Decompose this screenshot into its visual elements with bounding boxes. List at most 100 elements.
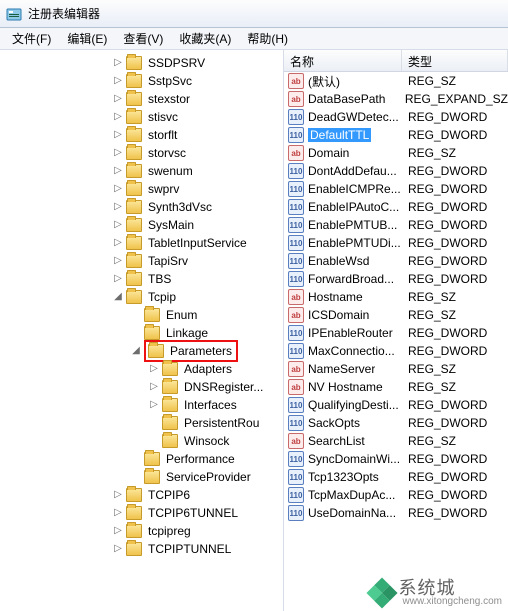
tree-node[interactable]: ▷Interfaces	[148, 396, 283, 414]
tree-node[interactable]: ▷stexstor	[112, 90, 283, 108]
tree-node[interactable]: ▷TapiSrv	[112, 252, 283, 270]
list-row[interactable]: 110Tcp1323OptsREG_DWORD	[284, 468, 508, 486]
tree-node[interactable]: ◢Tcpip	[112, 288, 283, 306]
column-name[interactable]: 名称	[284, 50, 402, 71]
menu-file[interactable]: 文件(F)	[4, 28, 59, 49]
menu-help[interactable]: 帮助(H)	[239, 28, 296, 49]
folder-icon	[144, 326, 160, 340]
list-row[interactable]: 110DefaultTTLREG_DWORD	[284, 126, 508, 144]
column-type[interactable]: 类型	[402, 50, 508, 71]
list-row[interactable]: 110EnableIPAutoC...REG_DWORD	[284, 198, 508, 216]
tree-node[interactable]: ▷ swprv	[112, 180, 283, 198]
tree-pane[interactable]: ▷SSDPSRV▷SstpSvc▷stexstor▷stisvc▷storflt…	[0, 50, 284, 611]
list-row[interactable]: 110QualifyingDesti...REG_DWORD	[284, 396, 508, 414]
list-row[interactable]: 110UseDomainNa...REG_DWORD	[284, 504, 508, 522]
folder-icon	[148, 344, 164, 358]
binary-value-icon: 110	[288, 199, 304, 215]
list-row[interactable]: 110SackOptsREG_DWORD	[284, 414, 508, 432]
list-row[interactable]: abICSDomainREG_SZ	[284, 306, 508, 324]
tree-node[interactable]: ▷SysMain	[112, 216, 283, 234]
expander-closed-icon[interactable]: ▷	[112, 273, 124, 285]
expander-closed-icon[interactable]: ▷	[112, 183, 124, 195]
tree-node[interactable]: ▷TBS	[112, 270, 283, 288]
list-row[interactable]: abNameServerREG_SZ	[284, 360, 508, 378]
value-name: QualifyingDesti...	[308, 398, 399, 412]
expander-closed-icon[interactable]: ▷	[112, 75, 124, 87]
list-row[interactable]: abSearchListREG_SZ	[284, 432, 508, 450]
value-name: MaxConnectio...	[308, 344, 395, 358]
tree-node[interactable]: ServiceProvider	[130, 468, 283, 486]
list-row[interactable]: 110EnableWsdREG_DWORD	[284, 252, 508, 270]
tree-node[interactable]: ▷ TabletInputService	[112, 234, 283, 252]
expander-closed-icon[interactable]: ▷	[112, 147, 124, 159]
list-row[interactable]: 110ForwardBroad...REG_DWORD	[284, 270, 508, 288]
tree-node[interactable]: ◢Parameters	[130, 342, 283, 360]
tree-node[interactable]: ▷TCPIP6TUNNEL	[112, 504, 283, 522]
folder-icon	[126, 506, 142, 520]
tree-node[interactable]: ▷stisvc	[112, 108, 283, 126]
tree-node-label: SstpSvc	[146, 72, 194, 90]
expander-closed-icon[interactable]: ▷	[112, 165, 124, 177]
tree-node[interactable]: Winsock	[148, 432, 283, 450]
expander-closed-icon[interactable]: ▷	[112, 57, 124, 69]
list-row[interactable]: abDataBasePathREG_EXPAND_SZ	[284, 90, 508, 108]
expander-closed-icon[interactable]: ▷	[112, 525, 124, 537]
tree-node[interactable]: ▷swenum	[112, 162, 283, 180]
menu-favorites[interactable]: 收藏夹(A)	[171, 28, 239, 49]
expander-closed-icon[interactable]: ▷	[112, 507, 124, 519]
list-row[interactable]: 110DontAddDefau...REG_DWORD	[284, 162, 508, 180]
tree-node[interactable]: ▷tcpipreg	[112, 522, 283, 540]
expander-closed-icon[interactable]: ▷	[148, 363, 160, 375]
expander-closed-icon[interactable]: ▷	[112, 543, 124, 555]
expander-closed-icon[interactable]: ▷	[112, 201, 124, 213]
expander-closed-icon[interactable]: ▷	[112, 129, 124, 141]
list-row[interactable]: 110TcpMaxDupAc...REG_DWORD	[284, 486, 508, 504]
list-row[interactable]: 110DeadGWDetec...REG_DWORD	[284, 108, 508, 126]
tree-node[interactable]: ▷Adapters	[148, 360, 283, 378]
list-row[interactable]: 110SyncDomainWi...REG_DWORD	[284, 450, 508, 468]
tree-node[interactable]: ▷DNSRegister...	[148, 378, 283, 396]
menu-view[interactable]: 查看(V)	[115, 28, 171, 49]
tree-node[interactable]: ▷storflt	[112, 126, 283, 144]
value-type: REG_SZ	[406, 434, 508, 448]
list-row[interactable]: abDomainREG_SZ	[284, 144, 508, 162]
tree-node[interactable]: PersistentRou	[148, 414, 283, 432]
tree-node-label: TabletInputService	[146, 234, 249, 252]
string-value-icon: ab	[288, 289, 304, 305]
list-row[interactable]: ab(默认)REG_SZ	[284, 72, 508, 90]
list-row[interactable]: abHostnameREG_SZ	[284, 288, 508, 306]
list-row[interactable]: 110EnablePMTUB...REG_DWORD	[284, 216, 508, 234]
tree-node[interactable]: ▷TCPIPTUNNEL	[112, 540, 283, 558]
tree-node-label: swprv	[146, 180, 181, 198]
list-pane[interactable]: 名称 类型 ab(默认)REG_SZabDataBasePathREG_EXPA…	[284, 50, 508, 611]
expander-open-icon[interactable]: ◢	[130, 345, 142, 357]
expander-closed-icon[interactable]: ▷	[112, 489, 124, 501]
menu-edit[interactable]: 编辑(E)	[59, 28, 115, 49]
list-row[interactable]: 110MaxConnectio...REG_DWORD	[284, 342, 508, 360]
list-row[interactable]: 110EnablePMTUDi...REG_DWORD	[284, 234, 508, 252]
tree-node[interactable]: ▷TCPIP6	[112, 486, 283, 504]
tree-node[interactable]: Performance	[130, 450, 283, 468]
list-row[interactable]: abNV HostnameREG_SZ	[284, 378, 508, 396]
expander-closed-icon[interactable]: ▷	[112, 93, 124, 105]
tree-node[interactable]: ▷storvsc	[112, 144, 283, 162]
expander-closed-icon[interactable]: ▷	[112, 255, 124, 267]
tree-node[interactable]: Enum	[130, 306, 283, 324]
binary-value-icon: 110	[288, 217, 304, 233]
tree-node[interactable]: ▷ Synth3dVsc	[112, 198, 283, 216]
value-name: ICSDomain	[308, 308, 369, 322]
list-row[interactable]: 110IPEnableRouterREG_DWORD	[284, 324, 508, 342]
expander-open-icon[interactable]: ◢	[112, 291, 124, 303]
tree-node[interactable]: ▷ SstpSvc	[112, 72, 283, 90]
tree-node[interactable]: ▷SSDPSRV	[112, 54, 283, 72]
expander-closed-icon[interactable]: ▷	[112, 219, 124, 231]
value-type: REG_DWORD	[406, 344, 508, 358]
expander-closed-icon[interactable]: ▷	[112, 237, 124, 249]
expander-closed-icon[interactable]: ▷	[148, 399, 160, 411]
expander-closed-icon[interactable]: ▷	[148, 381, 160, 393]
list-row[interactable]: 110EnableICMPRe...REG_DWORD	[284, 180, 508, 198]
folder-icon	[126, 254, 142, 268]
tree-node-label: Synth3dVsc	[146, 198, 214, 216]
expander-closed-icon[interactable]: ▷	[112, 111, 124, 123]
value-name: UseDomainNa...	[308, 506, 396, 520]
